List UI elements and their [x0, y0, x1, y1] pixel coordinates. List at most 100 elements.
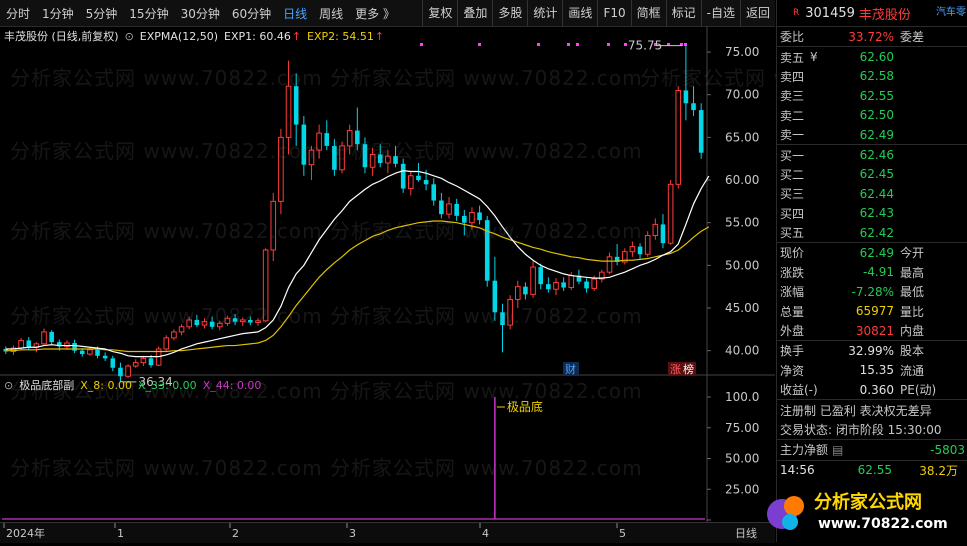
period-tab[interactable]: 30分钟: [175, 5, 226, 22]
signal-label: 极品底: [507, 399, 543, 414]
candle-body: [278, 136, 284, 202]
list-icon[interactable]: ▤: [832, 443, 843, 457]
toolbar-button[interactable]: 多股: [492, 0, 527, 26]
logo-text: 分析家公式网: [814, 491, 922, 513]
signal-dot: [567, 43, 570, 46]
candle-body: [530, 266, 536, 295]
candle-body: [118, 367, 123, 377]
main-net-row: 主力净额 ▤ -5803: [777, 440, 967, 461]
candle-body: [209, 321, 215, 327]
x-tick-label: 2: [232, 527, 239, 540]
kline-chart[interactable]: 40.00 45.00 50.00 55.00 60.00 65.00 70.00 75.00…: [0, 27, 775, 522]
sub-indicator-dropdown-icon[interactable]: ⊙: [4, 379, 13, 392]
exp1-line: [5, 170, 710, 358]
ask-price: 62.50: [859, 108, 894, 123]
period-tab[interactable]: 15分钟: [123, 5, 174, 22]
indicator-name[interactable]: EXPMA(12,50): [140, 30, 218, 43]
sector-tag[interactable]: 汽车零: [936, 3, 966, 18]
stat-label: 涨跌: [780, 265, 805, 280]
weibi-value: 33.72%: [848, 29, 894, 44]
logo-circle: [782, 514, 798, 530]
limit-tag-2[interactable]: 榜: [683, 362, 694, 376]
candle-body: [285, 85, 292, 138]
candle-body: [484, 220, 490, 281]
stat-value: 32.99%: [848, 343, 894, 358]
toolbar-button[interactable]: 复权: [422, 0, 457, 26]
candle-body: [514, 286, 521, 300]
candle-body: [293, 86, 299, 125]
sub-y-tick-label: 50.00: [725, 452, 759, 466]
period-tab[interactable]: 日线: [277, 5, 313, 22]
sub-y-tick-label: 75.00: [725, 421, 759, 435]
candle-body: [675, 89, 682, 185]
candle-body: [255, 320, 261, 324]
stat-label: 外盘: [780, 324, 805, 339]
candle-body: [423, 180, 429, 185]
toolbar-button[interactable]: 叠加: [457, 0, 492, 26]
stat-value: 0.360: [859, 382, 894, 397]
stat-row: 涨跌 -4.91 最高: [777, 263, 967, 282]
bid-price: 62.45: [859, 167, 894, 182]
toolbar-button[interactable]: 返回: [739, 0, 775, 26]
period-tab[interactable]: 5分钟: [80, 5, 124, 22]
stat-value: 62.49: [859, 245, 894, 260]
candle-body: [553, 281, 559, 290]
sub-y-tick-label: 100.0: [725, 390, 759, 404]
main-legend: 丰茂股份 (日线,前复权) ⊙ EXPMA(12,50) EXP1: 60.46…: [4, 28, 384, 44]
candle-body: [216, 322, 223, 328]
stat-row: 现价 62.49 今开: [777, 243, 967, 262]
limit-tag[interactable]: 涨: [670, 363, 681, 376]
candle-body: [178, 326, 185, 333]
toolbar-button[interactable]: 简框: [630, 0, 666, 26]
period-tab[interactable]: 1分钟: [36, 5, 80, 22]
fundamental-stats: 换手 32.99% 股本 净资 15.35 流通 收益(-) 0.360 PE(动): [777, 341, 967, 401]
toolbar-button[interactable]: -自选: [700, 0, 740, 26]
toolbar-button[interactable]: F10: [597, 0, 630, 26]
period-tab[interactable]: 60分钟: [226, 5, 277, 22]
stat-row: 换手 32.99% 股本: [777, 341, 967, 360]
candle-body: [308, 149, 315, 166]
bid-row: 买五 62.42: [777, 223, 967, 242]
stock-header: R 301459 丰茂股份 汽车零: [777, 0, 967, 27]
candle-body: [523, 286, 528, 295]
bid-label: 买三: [780, 187, 805, 202]
candle-body: [262, 249, 269, 322]
stat-right-label: 今开: [900, 246, 925, 261]
stat-label: 总量: [780, 304, 805, 319]
exp2-line: [5, 220, 710, 353]
candle-body: [369, 153, 376, 168]
sub-indicator-name[interactable]: 极品底部副: [19, 377, 74, 393]
period-tab[interactable]: 周线: [313, 5, 349, 22]
ask-price: 62.55: [859, 88, 894, 103]
chart-area[interactable]: 40.00 45.00 50.00 55.00 60.00 65.00 70.00 75.00…: [0, 27, 775, 522]
stat-right-label: 内盘: [900, 324, 925, 339]
time-axis-bar: 2024年 1 2 3 4 5 日线: [0, 522, 775, 543]
candle-body: [79, 350, 85, 355]
indicator-dropdown-icon[interactable]: ⊙: [125, 30, 134, 43]
candle-body: [393, 156, 398, 164]
candle-body: [469, 211, 475, 224]
sub-y-tick-label: 25.00: [725, 482, 759, 496]
tags-line: 注册制 已盈利 表决权无差异: [780, 403, 932, 418]
period-tab[interactable]: 更多 》: [349, 5, 401, 22]
stat-row: 收益(-) 0.360 PE(动): [777, 380, 967, 399]
candle-body: [606, 256, 613, 273]
candle-body: [232, 318, 238, 322]
toolbar-button[interactable]: 画线: [562, 0, 597, 26]
candle-body: [377, 154, 383, 163]
ask-label: 卖五: [780, 50, 805, 65]
candle-body: [507, 298, 513, 326]
toolbar-button[interactable]: 统计: [527, 0, 562, 26]
x-tick-label: 2024年: [6, 526, 45, 540]
stat-value: 65977: [855, 304, 894, 319]
weicha-label: 委差: [900, 30, 925, 45]
candle-body: [652, 223, 659, 236]
chart-title: 丰茂股份 (日线,前复权): [4, 30, 119, 43]
candle-body: [492, 280, 498, 313]
stat-right-label: 量比: [900, 304, 925, 319]
stat-row: 外盘 30821 内盘: [777, 321, 967, 340]
finance-tag[interactable]: 财: [565, 362, 576, 376]
toolbar-button[interactable]: 标记: [665, 0, 701, 26]
period-tab[interactable]: 分时: [0, 5, 36, 22]
ask-label: 卖二: [780, 108, 805, 123]
